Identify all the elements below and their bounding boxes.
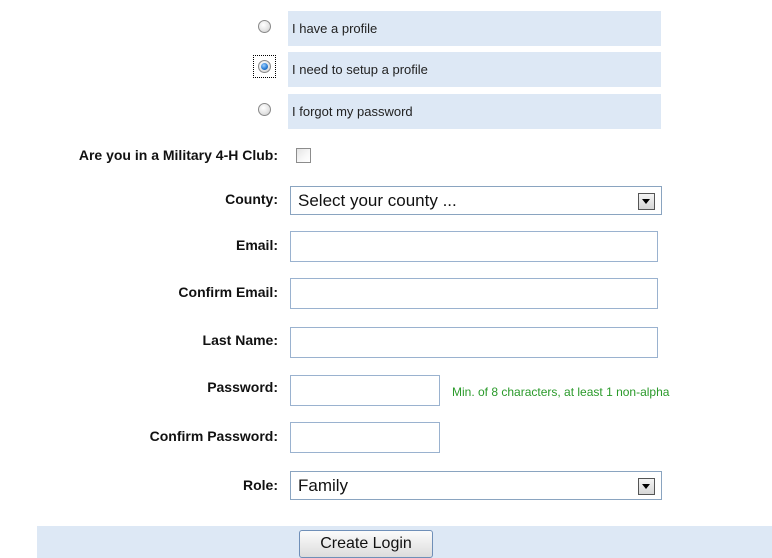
- last-name-field[interactable]: [290, 327, 658, 358]
- military-club-label: Are you in a Military 4-H Club:: [78, 147, 278, 163]
- option-setup-profile-row: I need to setup a profile: [288, 52, 661, 87]
- option-have-profile-row: I have a profile: [288, 11, 661, 46]
- create-login-button[interactable]: Create Login: [299, 530, 433, 558]
- role-select[interactable]: Family: [290, 471, 662, 500]
- email-label: Email:: [235, 237, 278, 253]
- county-select-value: Select your county ...: [298, 190, 457, 210]
- military-club-checkbox[interactable]: [296, 148, 311, 163]
- chevron-down-icon[interactable]: [638, 193, 655, 210]
- radio-have-profile[interactable]: [258, 20, 271, 33]
- option-have-profile-label: I have a profile: [292, 21, 378, 36]
- county-label: County:: [225, 191, 278, 207]
- radio-forgot-password[interactable]: [258, 103, 271, 116]
- password-label: Password:: [207, 379, 278, 395]
- option-forgot-password-row: I forgot my password: [288, 94, 661, 129]
- password-field[interactable]: [290, 375, 440, 406]
- password-hint: Min. of 8 characters, at least 1 non-alp…: [452, 385, 670, 399]
- option-forgot-password-label: I forgot my password: [292, 104, 413, 119]
- chevron-down-icon[interactable]: [638, 478, 655, 495]
- confirm-password-field[interactable]: [290, 422, 440, 453]
- option-setup-profile-label: I need to setup a profile: [292, 62, 428, 77]
- role-label: Role:: [243, 477, 278, 493]
- last-name-label: Last Name:: [202, 332, 278, 348]
- create-login-form: I have a profile I need to setup a profi…: [0, 0, 772, 558]
- email-field[interactable]: [290, 231, 658, 262]
- confirm-email-field[interactable]: [290, 278, 658, 309]
- radio-setup-profile[interactable]: [258, 60, 271, 73]
- county-select[interactable]: Select your county ...: [290, 186, 662, 215]
- confirm-password-label: Confirm Password:: [149, 428, 278, 444]
- role-select-value: Family: [298, 475, 349, 495]
- confirm-email-label: Confirm Email:: [178, 284, 278, 300]
